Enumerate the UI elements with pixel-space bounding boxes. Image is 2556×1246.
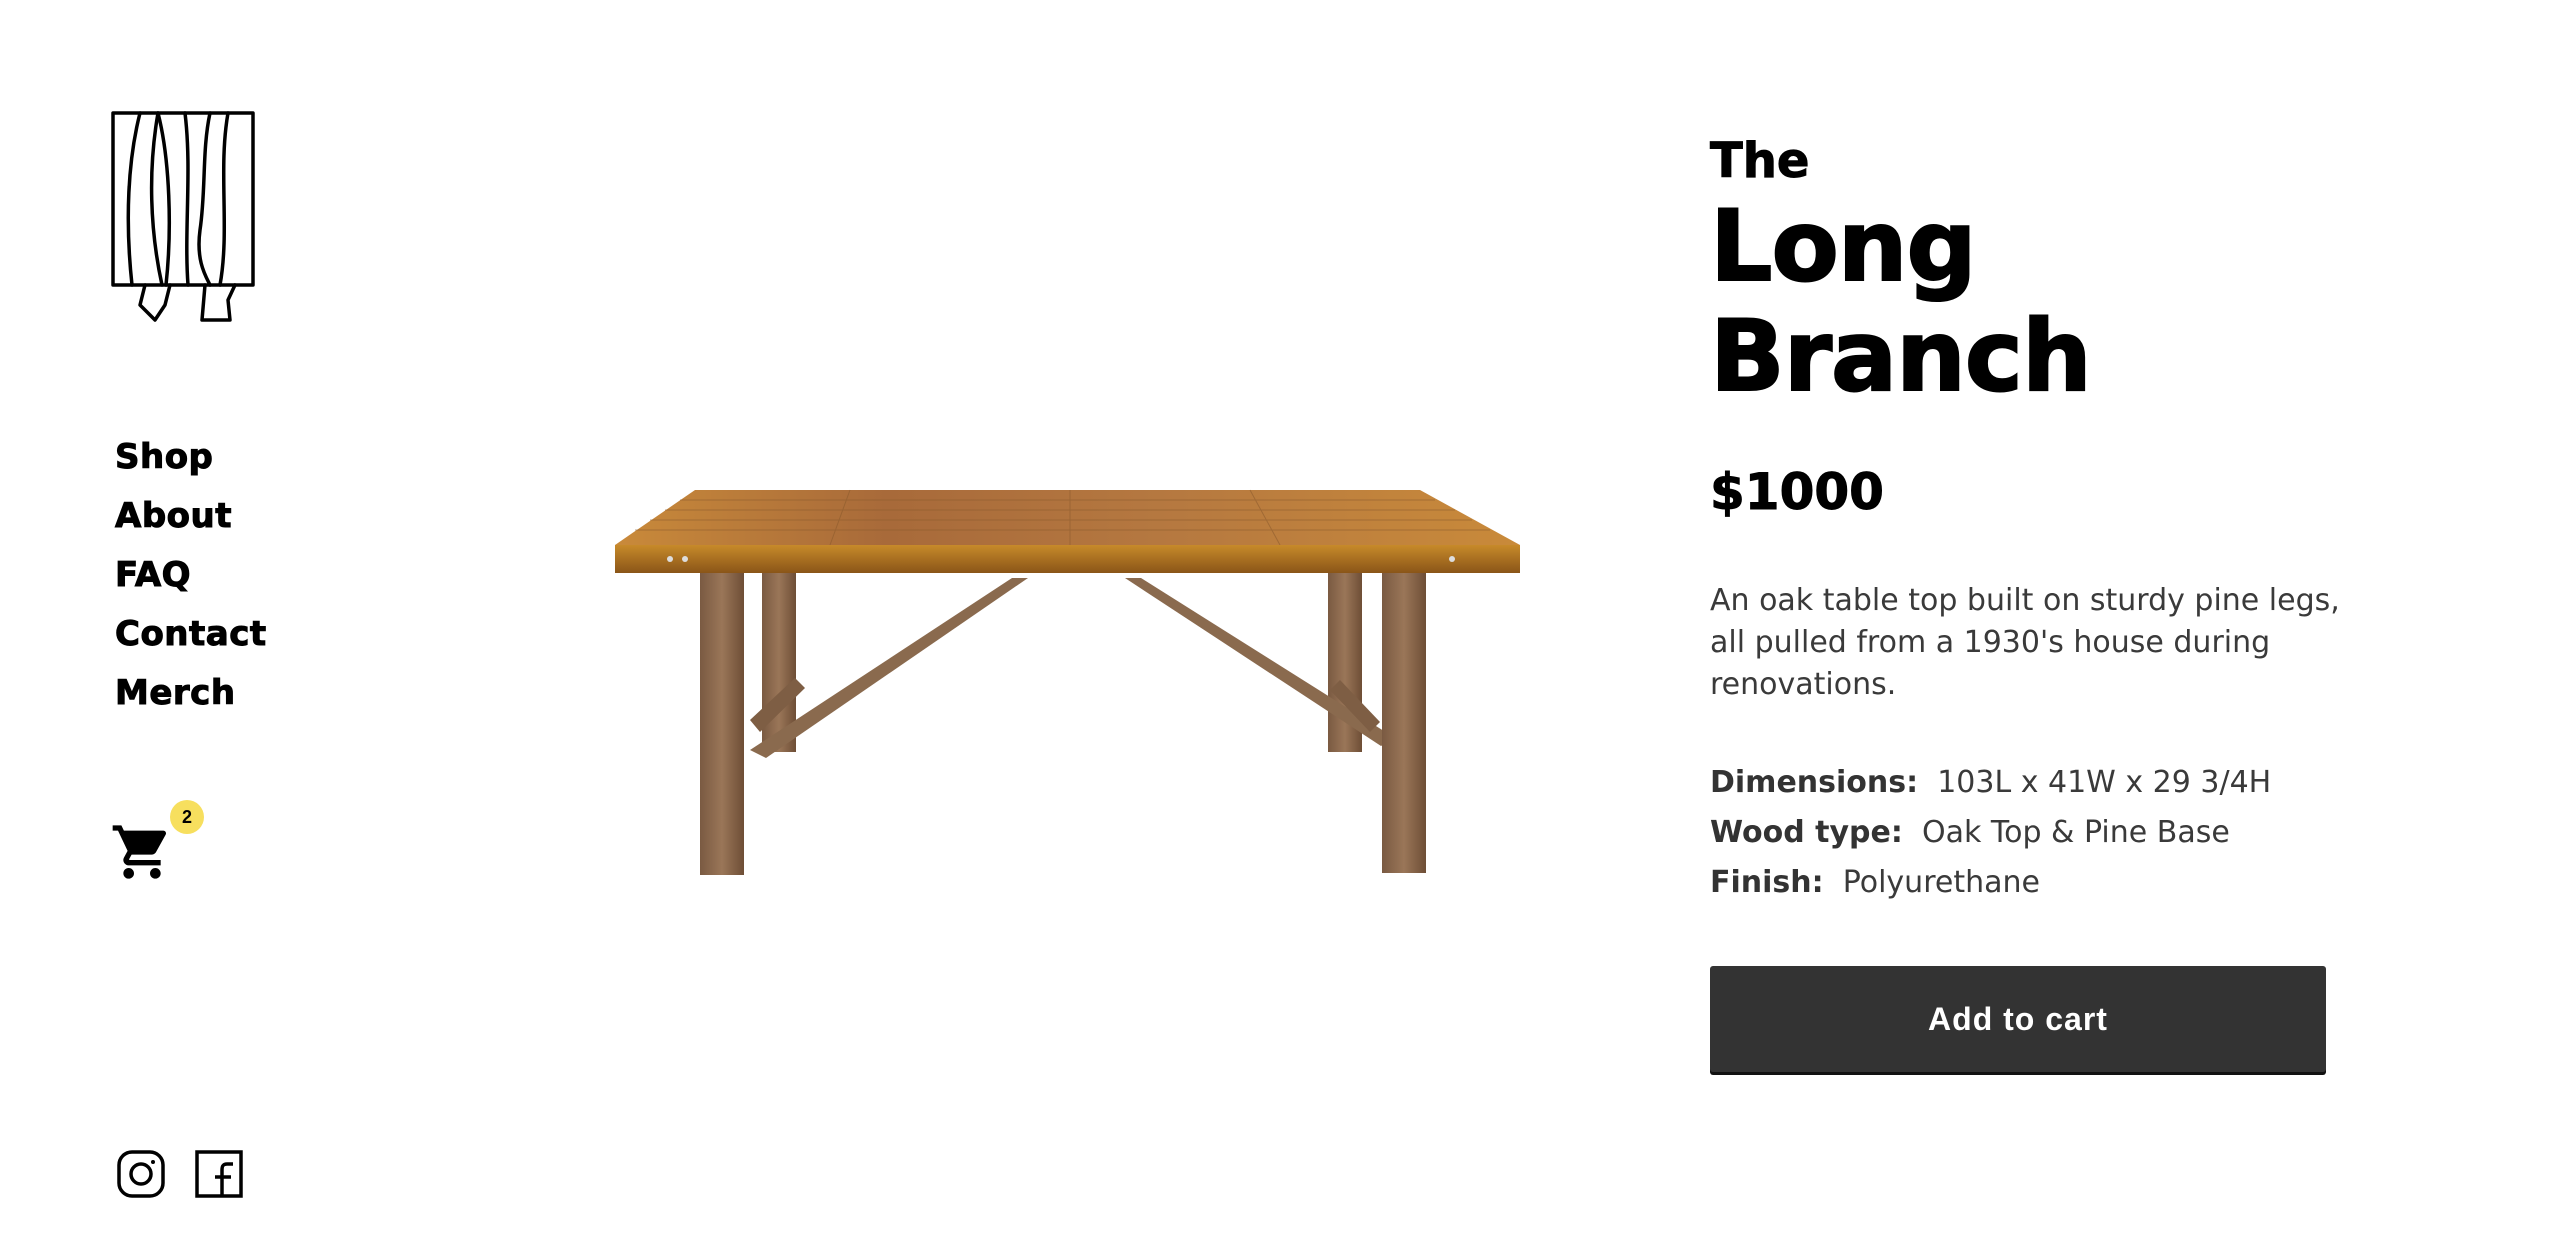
instagram-icon[interactable] xyxy=(115,1148,167,1200)
product-price: $1000 xyxy=(1710,463,1885,522)
nav-item-about[interactable]: About xyxy=(115,487,267,546)
nav-item-shop[interactable]: Shop xyxy=(115,428,267,487)
spec-label: Dimensions: xyxy=(1710,765,1919,800)
shopping-cart-icon xyxy=(112,825,167,879)
nav-item-merch[interactable]: Merch xyxy=(115,664,267,723)
product-image-table xyxy=(615,489,1520,875)
spec-value: Polyurethane xyxy=(1842,865,2040,900)
spec-label: Wood type: xyxy=(1710,815,1903,850)
nav-item-contact[interactable]: Contact xyxy=(115,605,267,664)
facebook-icon[interactable] xyxy=(193,1148,245,1200)
spec-dimensions: Dimensions: 103L x 41W x 29 3/4H xyxy=(1710,758,2370,808)
spec-value: Oak Top & Pine Base xyxy=(1921,815,2230,850)
product-title-prefix: The xyxy=(1710,133,1810,190)
spec-value: 103L x 41W x 29 3/4H xyxy=(1937,765,2272,800)
brand-logo[interactable] xyxy=(110,110,260,325)
spec-wood-type: Wood type: Oak Top & Pine Base xyxy=(1710,808,2370,858)
product-details: The Long Branch $1000 An oak table top b… xyxy=(1709,130,2370,1072)
product-title: Long Branch xyxy=(1709,190,2093,414)
product-specs: Dimensions: 103L x 41W x 29 3/4H Wood ty… xyxy=(1710,758,2370,908)
cart-button[interactable]: 2 xyxy=(110,800,210,890)
social-links xyxy=(115,1148,245,1200)
product-page: Shop About FAQ Contact Merch 2 The Long … xyxy=(0,0,2556,1246)
spec-label: Finish: xyxy=(1710,865,1824,900)
nav-item-faq[interactable]: FAQ xyxy=(115,546,267,605)
product-description: An oak table top built on sturdy pine le… xyxy=(1710,583,2340,702)
add-to-cart-button[interactable]: Add to cart xyxy=(1710,966,2326,1072)
spec-finish: Finish: Polyurethane xyxy=(1710,858,2370,908)
main-nav: Shop About FAQ Contact Merch xyxy=(115,428,267,723)
cart-count-badge: 2 xyxy=(170,800,204,834)
